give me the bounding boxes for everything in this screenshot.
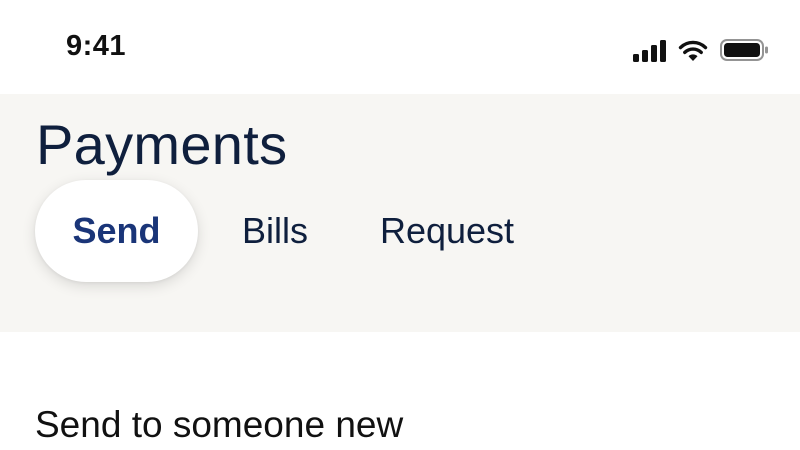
status-bar: 9:41 <box>0 0 800 94</box>
payment-tabs: Send Bills Request <box>35 180 542 282</box>
tab-request[interactable]: Request <box>352 180 542 282</box>
battery-icon <box>720 38 770 62</box>
section-heading-send-to-someone-new: Send to someone new <box>35 404 404 445</box>
status-icons <box>633 36 770 62</box>
wifi-icon <box>678 40 708 62</box>
cellular-signal-icon <box>633 40 666 62</box>
page-title: Payments <box>36 113 288 176</box>
payments-screen: 9:41 Payments Send Bills Request Send to… <box>0 0 800 450</box>
status-time: 9:41 <box>66 30 127 62</box>
header-panel: Payments Send Bills Request <box>0 94 800 332</box>
tab-send[interactable]: Send <box>35 180 198 282</box>
tab-bills[interactable]: Bills <box>198 180 352 282</box>
